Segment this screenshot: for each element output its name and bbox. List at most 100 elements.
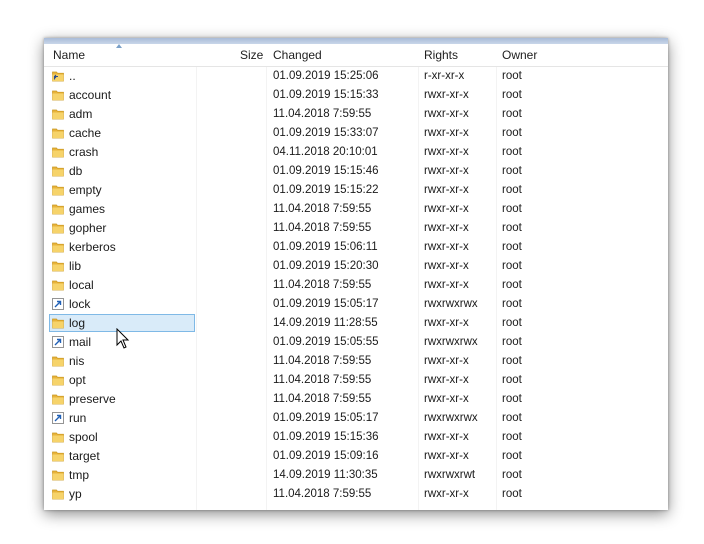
file-row[interactable]: cache 01.09.2019 15:33:07 rwxr-xr-x root — [44, 124, 668, 143]
file-row[interactable]: empty 01.09.2019 15:15:22 rwxr-xr-x root — [44, 181, 668, 200]
file-name: games — [69, 202, 106, 216]
file-changed: 11.04.2018 7:59:55 — [273, 222, 372, 234]
file-name: target — [69, 449, 100, 463]
file-rights: rwxr-xr-x — [424, 393, 469, 405]
file-owner: root — [502, 260, 522, 272]
file-row[interactable]: preserve 11.04.2018 7:59:55 rwxr-xr-x root — [44, 390, 668, 409]
file-name: spool — [69, 430, 98, 444]
file-rights: rwxr-xr-x — [424, 146, 469, 158]
file-rights: r-xr-xr-x — [424, 70, 465, 82]
file-row[interactable]: run 01.09.2019 15:05:17 rwxrwxrwx root — [44, 409, 668, 428]
file-owner: root — [502, 184, 522, 196]
file-name: lib — [69, 259, 82, 273]
file-changed: 01.09.2019 15:15:22 — [273, 184, 379, 196]
column-header-changed[interactable]: Changed — [273, 48, 322, 62]
file-owner: root — [502, 70, 522, 82]
folder-icon — [52, 127, 64, 139]
file-rights: rwxr-xr-x — [424, 260, 469, 272]
file-owner: root — [502, 108, 522, 120]
column-header-owner[interactable]: Owner — [502, 48, 537, 62]
file-rights: rwxr-xr-x — [424, 127, 469, 139]
file-rights: rwxr-xr-x — [424, 184, 469, 196]
symlink-icon — [52, 298, 64, 310]
file-owner: root — [502, 450, 522, 462]
folder-icon — [52, 184, 64, 196]
file-name: run — [69, 411, 87, 425]
file-changed: 01.09.2019 15:05:17 — [273, 298, 379, 310]
file-row[interactable]: games 11.04.2018 7:59:55 rwxr-xr-x root — [44, 200, 668, 219]
file-changed: 11.04.2018 7:59:55 — [273, 203, 372, 215]
file-changed: 11.04.2018 7:59:55 — [273, 279, 372, 291]
folder-icon — [52, 279, 64, 291]
file-name: tmp — [69, 468, 90, 482]
file-owner: root — [502, 298, 522, 310]
file-owner: root — [502, 165, 522, 177]
file-rights: rwxrwxrwx — [424, 412, 478, 424]
folder-icon — [52, 241, 64, 253]
file-name: .. — [69, 69, 76, 83]
file-row[interactable]: yp 11.04.2018 7:59:55 rwxr-xr-x root — [44, 485, 668, 504]
folder-icon — [52, 374, 64, 386]
file-row[interactable]: lib 01.09.2019 15:20:30 rwxr-xr-x root — [44, 257, 668, 276]
file-changed: 01.09.2019 15:20:30 — [273, 260, 379, 272]
folder-icon — [52, 393, 64, 405]
file-owner: root — [502, 488, 522, 500]
file-rights: rwxr-xr-x — [424, 374, 469, 386]
file-list-panel: Name Size Changed Rights Owner .. 01.09.2… — [44, 38, 668, 510]
file-name: local — [69, 278, 94, 292]
file-name: yp — [69, 487, 82, 501]
file-owner: root — [502, 431, 522, 443]
file-row[interactable]: local 11.04.2018 7:59:55 rwxr-xr-x root — [44, 276, 668, 295]
mouse-cursor-icon — [116, 328, 130, 349]
column-header-rights[interactable]: Rights — [424, 48, 458, 62]
file-row[interactable]: db 01.09.2019 15:15:46 rwxr-xr-x root — [44, 162, 668, 181]
file-name: nis — [69, 354, 85, 368]
file-owner: root — [502, 89, 522, 101]
file-row[interactable]: adm 11.04.2018 7:59:55 rwxr-xr-x root — [44, 105, 668, 124]
file-name: preserve — [69, 392, 116, 406]
file-changed: 11.04.2018 7:59:55 — [273, 355, 372, 367]
file-rights: rwxr-xr-x — [424, 355, 469, 367]
file-rights: rwxr-xr-x — [424, 165, 469, 177]
file-row[interactable]: .. 01.09.2019 15:25:06 r-xr-xr-x root — [44, 67, 668, 86]
file-name: lock — [69, 297, 91, 311]
file-name: mail — [69, 335, 92, 349]
file-changed: 11.04.2018 7:59:55 — [273, 488, 372, 500]
file-changed: 11.04.2018 7:59:55 — [273, 393, 372, 405]
file-row[interactable]: opt 11.04.2018 7:59:55 rwxr-xr-x root — [44, 371, 668, 390]
file-row[interactable]: kerberos 01.09.2019 15:06:11 rwxr-xr-x root — [44, 238, 668, 257]
column-header-name[interactable]: Name — [53, 48, 85, 62]
file-rights: rwxr-xr-x — [424, 108, 469, 120]
file-row[interactable]: log 14.09.2019 11:28:55 rwxr-xr-x root — [44, 314, 668, 333]
file-owner: root — [502, 203, 522, 215]
file-rights: rwxr-xr-x — [424, 241, 469, 253]
file-rights: rwxrwxrwt — [424, 469, 476, 481]
column-header-size[interactable]: Size — [240, 48, 263, 62]
file-row[interactable]: crash 04.11.2018 20:10:01 rwxr-xr-x root — [44, 143, 668, 162]
file-row[interactable]: lock 01.09.2019 15:05:17 rwxrwxrwx root — [44, 295, 668, 314]
file-name: db — [69, 164, 83, 178]
file-owner: root — [502, 393, 522, 405]
folder-icon — [52, 260, 64, 272]
file-changed: 01.09.2019 15:15:33 — [273, 89, 379, 101]
file-owner: root — [502, 279, 522, 291]
file-row[interactable]: gopher 11.04.2018 7:59:55 rwxr-xr-x root — [44, 219, 668, 238]
file-owner: root — [502, 127, 522, 139]
file-name: account — [69, 88, 112, 102]
file-row[interactable]: target 01.09.2019 15:09:16 rwxr-xr-x root — [44, 447, 668, 466]
column-header-bar: Name Size Changed Rights Owner — [44, 44, 668, 67]
file-row[interactable]: account 01.09.2019 15:15:33 rwxr-xr-x root — [44, 86, 668, 105]
file-row[interactable]: mail 01.09.2019 15:05:55 rwxrwxrwx root — [44, 333, 668, 352]
file-changed: 01.09.2019 15:15:36 — [273, 431, 379, 443]
file-changed: 01.09.2019 15:05:17 — [273, 412, 379, 424]
file-row[interactable]: tmp 14.09.2019 11:30:35 rwxrwxrwt root — [44, 466, 668, 485]
file-changed: 11.04.2018 7:59:55 — [273, 374, 372, 386]
file-rights: rwxrwxrwx — [424, 298, 478, 310]
file-row[interactable]: nis 11.04.2018 7:59:55 rwxr-xr-x root — [44, 352, 668, 371]
file-changed: 01.09.2019 15:06:11 — [273, 241, 378, 253]
file-row[interactable]: spool 01.09.2019 15:15:36 rwxr-xr-x root — [44, 428, 668, 447]
file-owner: root — [502, 317, 522, 329]
file-name: opt — [69, 373, 86, 387]
folder-icon — [52, 450, 64, 462]
file-name: crash — [69, 145, 99, 159]
